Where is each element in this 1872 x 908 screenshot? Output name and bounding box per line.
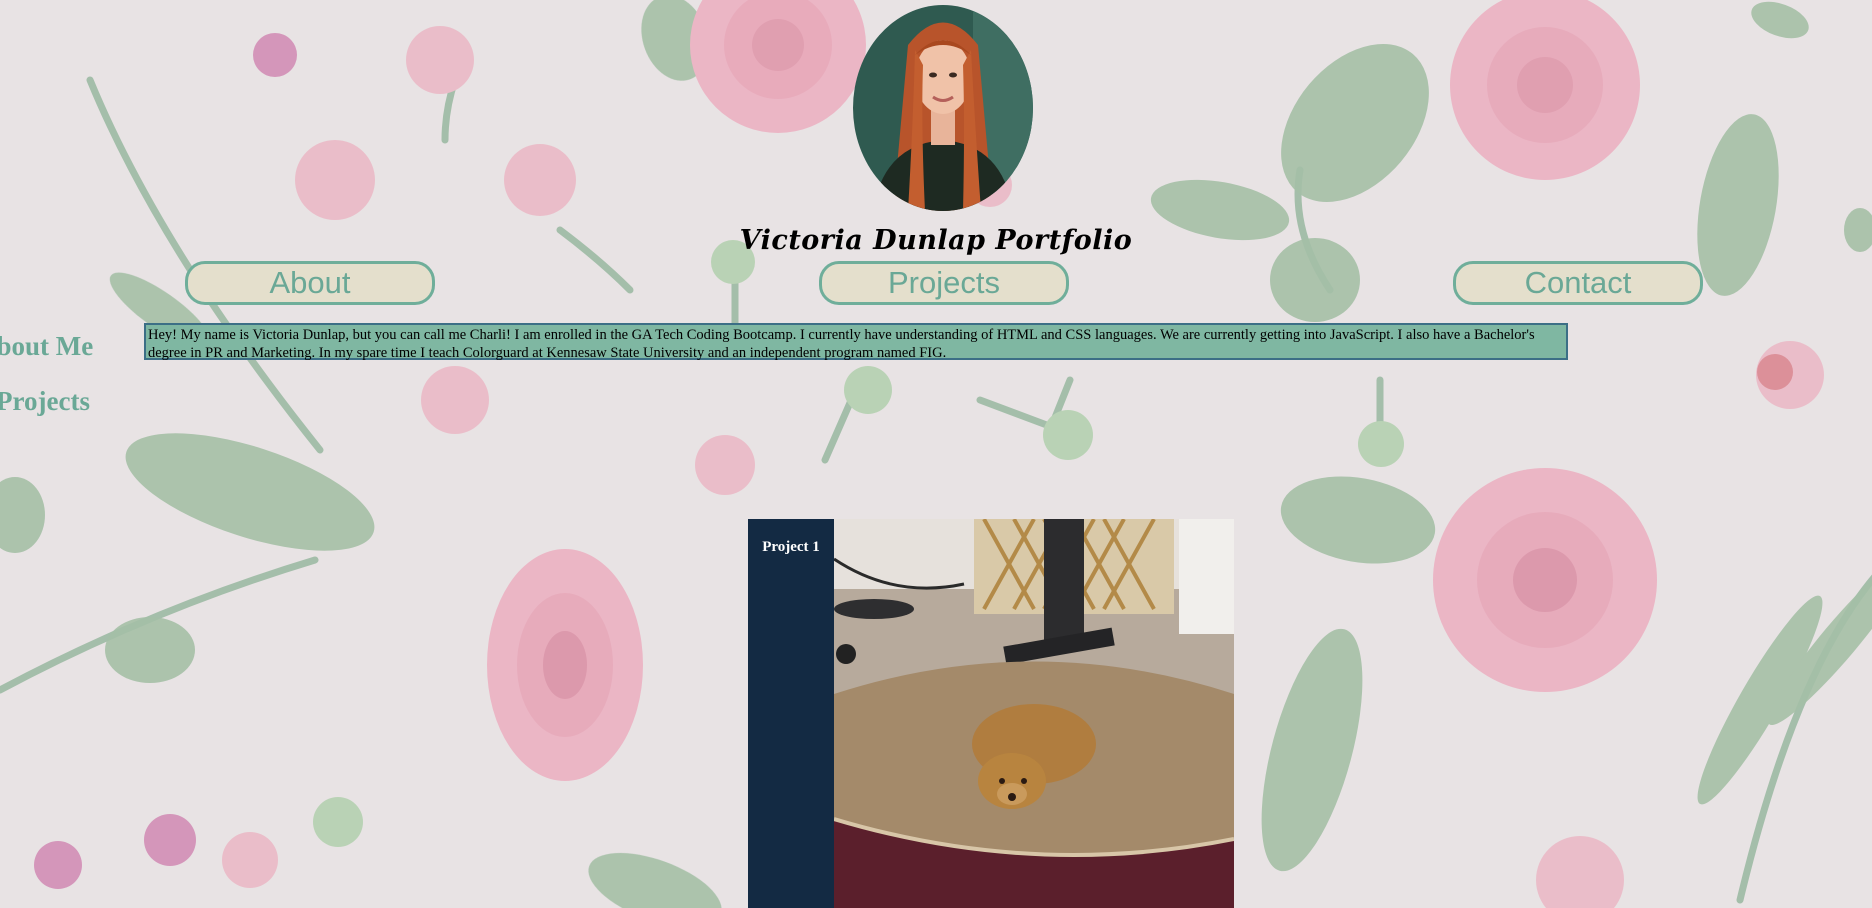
sidebar-item-projects[interactable]: Projects bbox=[0, 386, 90, 417]
page-title: Victoria Dunlap Portfolio bbox=[739, 225, 1133, 256]
project-label: Project 1 bbox=[762, 539, 820, 555]
sidebar-item-about-me[interactable]: About Me bbox=[0, 331, 93, 362]
nav-projects-button[interactable]: Projects bbox=[819, 261, 1069, 305]
about-me-text: Hey! My name is Victoria Dunlap, but you… bbox=[144, 323, 1568, 361]
nav-contact-button[interactable]: Contact bbox=[1453, 261, 1703, 305]
project-image[interactable] bbox=[834, 519, 1234, 908]
project-label-panel: Project 1 bbox=[748, 519, 834, 908]
project-card[interactable]: Project 1 bbox=[748, 519, 1234, 908]
profile-avatar bbox=[853, 5, 1033, 211]
nav-about-button[interactable]: About bbox=[185, 261, 435, 305]
